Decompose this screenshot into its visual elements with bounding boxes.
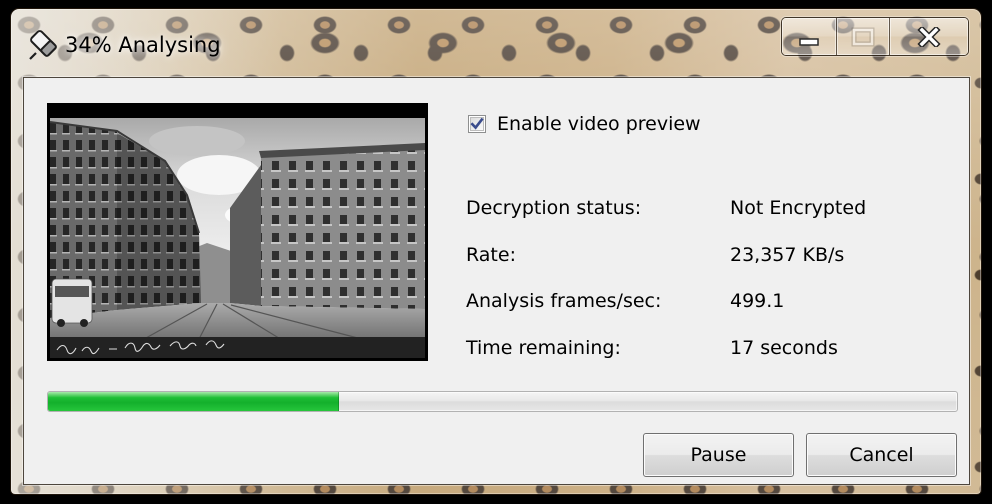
close-button[interactable]: [889, 18, 968, 55]
progress-bar: [47, 391, 958, 412]
stat-row-time-remaining: Time remaining: 17 seconds: [466, 325, 966, 372]
window-title: 34% Analysing: [65, 33, 221, 57]
video-preview-image: [47, 103, 428, 361]
progress-fill: [48, 392, 339, 411]
photo-bus-windows: [55, 286, 89, 297]
minimize-button[interactable]: [782, 18, 836, 55]
photo-cloud: [149, 126, 245, 156]
photo-right-building: [261, 146, 425, 309]
stat-value: 17 seconds: [730, 336, 838, 359]
enable-preview-label[interactable]: Enable video preview: [497, 112, 701, 136]
stat-label: Time remaining:: [466, 336, 621, 359]
client-area: Enable video preview Decryption status: …: [23, 77, 970, 485]
photo-bus: [51, 278, 93, 324]
window-controls: [781, 17, 969, 56]
enable-preview-toggle[interactable]: Enable video preview: [468, 109, 701, 139]
analysing-window: 34% Analysing Enable video preview Decry…: [0, 0, 992, 504]
stat-value: Not Encrypted: [730, 197, 867, 220]
checkbox-box: [468, 115, 486, 133]
stat-value: 499.1: [730, 290, 785, 313]
minimize-icon: [799, 37, 819, 46]
maximize-button[interactable]: [836, 18, 889, 55]
stat-row-decryption-status: Decryption status: Not Encrypted: [466, 185, 966, 232]
maximize-icon: [851, 27, 875, 46]
close-icon: [917, 26, 941, 47]
stat-row-frames-per-sec: Analysis frames/sec: 499.1: [466, 278, 966, 325]
cancel-button[interactable]: Cancel: [806, 433, 957, 477]
photo-bus-wheel: [57, 319, 65, 327]
analysis-stats: Decryption status: Not Encrypted Rate: 2…: [466, 185, 966, 371]
app-icon-body: [30, 30, 57, 57]
enable-preview-checkbox[interactable]: [468, 115, 486, 133]
video-preview: [47, 103, 428, 361]
app-icon: [29, 30, 57, 60]
app-icon-tip: [29, 52, 37, 60]
title-bar[interactable]: 34% Analysing: [10, 8, 982, 77]
stat-label: Analysis frames/sec:: [466, 290, 662, 313]
stat-label: Rate:: [466, 243, 516, 266]
pause-button[interactable]: Pause: [643, 433, 794, 477]
stat-label: Decryption status:: [466, 197, 642, 220]
stat-value: 23,357 KB/s: [730, 243, 845, 266]
stat-row-rate: Rate: 23,357 KB/s: [466, 232, 966, 279]
photo-caption-band: [50, 337, 425, 358]
photo-bus-wheel: [80, 319, 88, 327]
